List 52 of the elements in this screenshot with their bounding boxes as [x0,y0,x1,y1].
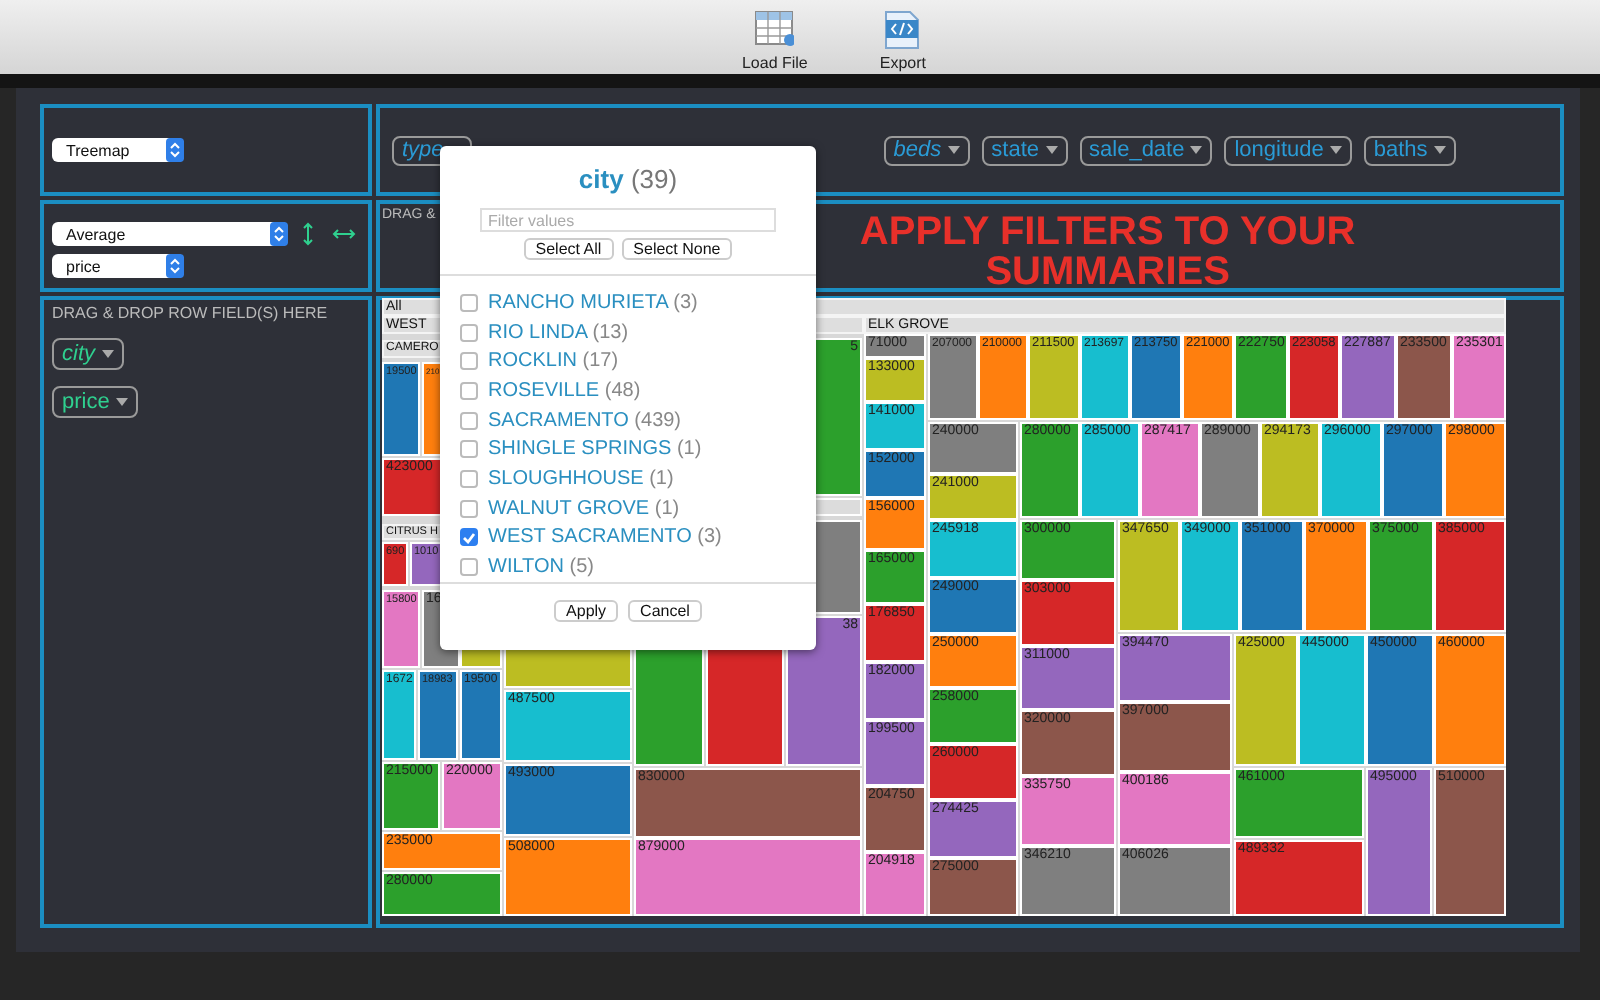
stepper-icon [270,222,288,246]
checkbox[interactable] [460,293,478,312]
checkbox[interactable] [460,440,478,459]
value-label: SLOUGHHOUSE (1) [488,468,674,491]
checkbox[interactable] [460,528,478,547]
headline: APPLY FILTERS TO YOUR SUMMARIES [857,212,1358,288]
field-pill[interactable]: longitude [1224,135,1352,165]
vertical-arrows-icon [302,222,314,246]
select-button[interactable]: Select None [621,238,733,260]
checkbox[interactable] [460,381,478,400]
checkbox[interactable] [460,558,478,577]
toolbar-button[interactable]: Load File [741,0,808,74]
filter-field[interactable]: Filter values [480,208,776,232]
value-label: SACRAMENTO (439) [488,409,682,432]
caret-icon [101,350,113,358]
value-label: WEST SACRAMENTO (3) [488,526,722,549]
value-label: WILTON (5) [488,556,594,579]
dialog-button[interactable]: Apply [554,600,619,622]
caret-icon [1045,146,1058,154]
drop-hint: DRAG & DROP ROW FIELD(S) HERE [52,304,328,322]
checkbox[interactable] [460,499,478,518]
caret-icon [1329,146,1342,154]
field-pill[interactable]: state [981,135,1068,165]
field-pill[interactable]: baths [1363,135,1456,165]
caret-icon [947,146,960,154]
checkbox[interactable] [460,470,478,489]
checkbox[interactable] [460,323,478,342]
dialog-button[interactable]: Cancel [628,600,702,622]
select-button[interactable]: Select All [523,238,614,260]
caret-icon [1190,146,1203,154]
field-pill[interactable]: city [52,338,123,370]
spreadsheet-icon [754,10,795,50]
field-pill[interactable]: price [52,386,138,418]
checkbox[interactable] [460,352,478,371]
popup-title: city (39) [578,164,678,194]
stepper-icon [166,254,184,278]
value-label: ROSEVILLE (48) [488,379,641,402]
code-file-icon [882,10,923,50]
horizontal-arrows-icon [332,228,356,240]
aggregator-select[interactable]: Average [52,222,288,246]
renderer-select[interactable]: Treemap [52,138,184,162]
value-label: WALNUT GROVE (1) [488,497,680,520]
field-pill[interactable]: beds [883,135,970,165]
value-label: SHINGLE SPRINGS (1) [488,438,702,461]
caret-icon [115,398,128,406]
caret-icon [1433,146,1446,154]
value-label: ROCKLIN (17) [488,350,619,373]
field-pill[interactable]: sale_date [1079,135,1213,165]
toolbar-button[interactable]: Export [879,0,927,74]
attribute-select[interactable]: price [52,254,184,278]
checkbox[interactable] [460,411,478,430]
stepper-icon [166,138,184,162]
